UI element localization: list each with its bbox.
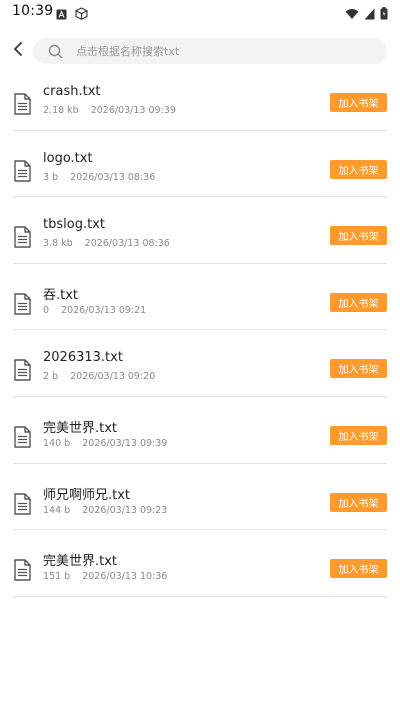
file-date: 2026/03/13 09:39: [82, 437, 168, 449]
file-name: 吞.txt: [43, 287, 79, 303]
add-to-bookshelf-button[interactable]: 加入书架: [330, 425, 387, 445]
list-item[interactable]: 完美世界.txt 151 b 2026/03/13 10:36 加入书架: [0, 530, 400, 597]
file-date: 2026/03/13 09:21: [61, 304, 147, 316]
wifi-icon: [345, 5, 359, 24]
file-date: 2026/03/13 09:23: [82, 504, 168, 516]
file-name: crash.txt: [43, 84, 101, 99]
file-meta: 144 b 2026/03/13 09:23: [43, 505, 167, 516]
list-item[interactable]: 师兄啊师兄.txt 144 b 2026/03/13 09:23 加入书架: [0, 464, 400, 531]
file-meta: 0 2026/03/13 09:21: [43, 305, 146, 316]
add-to-bookshelf-button[interactable]: 加入书架: [330, 559, 387, 579]
file-document-icon: [13, 492, 31, 515]
back-button[interactable]: [8, 39, 28, 63]
status-time: 10:39: [12, 3, 54, 19]
file-name: logo.txt: [43, 150, 93, 166]
file-name: 完美世界.txt: [43, 420, 118, 436]
file-size: 140 b: [43, 437, 71, 449]
file-name: 2026313.txt: [43, 350, 123, 366]
search-icon: [48, 43, 64, 59]
file-document-icon: [13, 93, 31, 115]
file-meta: 3 b 2026/03/13 08:36: [43, 172, 155, 183]
list-item[interactable]: tbslog.txt 3.8 kb 2026/03/13 08:36 加入书架: [0, 197, 400, 264]
add-to-bookshelf-button[interactable]: 加入书架: [330, 93, 387, 112]
file-name: 师兄啊师兄.txt: [43, 487, 131, 503]
add-to-bookshelf-button[interactable]: 加入书架: [330, 226, 387, 246]
file-date: 2026/03/13 08:36: [84, 238, 170, 250]
search-bar[interactable]: [33, 38, 387, 64]
file-date: 2026/03/13 08:36: [70, 171, 156, 183]
header: [0, 34, 400, 68]
add-to-bookshelf-button[interactable]: 加入书架: [330, 159, 387, 179]
search-input[interactable]: [76, 44, 366, 58]
list-item[interactable]: 2026313.txt 2 b 2026/03/13 09:20 加入书架: [0, 330, 400, 397]
file-document-icon: [13, 159, 31, 182]
file-name: 完美世界.txt: [43, 554, 118, 570]
add-to-bookshelf-button[interactable]: 加入书架: [330, 359, 387, 379]
notification-a-icon: [56, 5, 67, 24]
file-document-icon: [13, 559, 31, 581]
file-size: 2.18 kb: [43, 105, 79, 116]
file-date: 2026/03/13 09:39: [90, 105, 176, 116]
status-bar: 10:39: [0, 0, 400, 24]
divider: [13, 595, 387, 597]
file-meta: 151 b 2026/03/13 10:36: [43, 571, 167, 582]
back-arrow-icon: [13, 41, 23, 61]
signal-icon: [364, 5, 375, 24]
cube-icon: [75, 5, 88, 24]
battery-icon: [380, 5, 388, 24]
file-document-icon: [13, 293, 31, 315]
file-meta: 3.8 kb 2026/03/13 08:36: [43, 238, 170, 249]
file-meta: 2.18 kb 2026/03/13 09:39: [43, 105, 176, 116]
file-size: 3.8 kb: [43, 238, 73, 250]
file-list: crash.txt 2.18 kb 2026/03/13 09:39 加入书架 l…: [0, 64, 400, 597]
file-size: 3 b: [43, 171, 59, 183]
file-document-icon: [13, 359, 31, 382]
file-name: tbslog.txt: [43, 217, 105, 233]
file-size: 151 b: [43, 571, 71, 583]
list-item[interactable]: crash.txt 2.18 kb 2026/03/13 09:39 加入书架: [0, 64, 400, 131]
file-size: 144 b: [43, 504, 71, 516]
file-date: 2026/03/13 10:36: [82, 571, 168, 583]
file-size: 0: [43, 304, 50, 316]
file-date: 2026/03/13 09:20: [70, 371, 156, 383]
file-meta: 2 b 2026/03/13 09:20: [43, 371, 155, 382]
list-item[interactable]: 完美世界.txt 140 b 2026/03/13 09:39 加入书架: [0, 397, 400, 464]
add-to-bookshelf-button[interactable]: 加入书架: [330, 292, 387, 312]
file-document-icon: [13, 426, 31, 448]
file-size: 2 b: [43, 371, 59, 383]
add-to-bookshelf-button[interactable]: 加入书架: [330, 492, 387, 512]
file-document-icon: [13, 226, 31, 248]
file-meta: 140 b 2026/03/13 09:39: [43, 438, 167, 449]
list-item[interactable]: logo.txt 3 b 2026/03/13 08:36 加入书架: [0, 131, 400, 198]
list-item[interactable]: 吞.txt 0 2026/03/13 09:21 加入书架: [0, 264, 400, 331]
